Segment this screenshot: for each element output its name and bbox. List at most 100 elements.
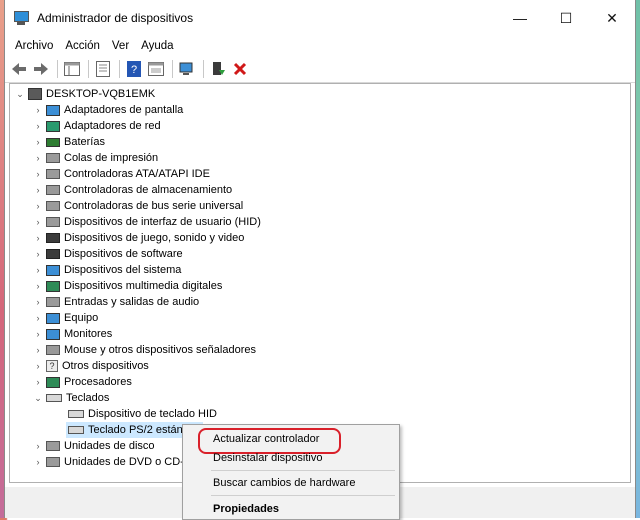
properties-menu-item[interactable]: Propiedades [213, 503, 279, 515]
tree-item[interactable]: › Entradas y salidas de audio [32, 294, 200, 310]
chevron-right-icon[interactable]: › [32, 134, 44, 150]
chevron-right-icon[interactable]: › [32, 150, 44, 166]
tree-root-label: DESKTOP-VQB1EMK [46, 88, 156, 100]
view-icon[interactable] [146, 59, 166, 79]
tree-item-label: Adaptadores de red [64, 120, 161, 132]
chevron-right-icon[interactable]: › [32, 438, 44, 454]
chevron-right-icon[interactable]: › [32, 294, 44, 310]
maximize-button[interactable]: ☐ [543, 0, 589, 36]
scan-hardware-icon[interactable] [177, 59, 197, 79]
tree-item[interactable]: › Dispositivos del sistema [32, 262, 182, 278]
tree-item[interactable]: › Equipo [32, 310, 99, 326]
tree-item[interactable]: › Procesadores [32, 374, 132, 390]
multimedia-icon [46, 280, 60, 292]
tree-item[interactable]: › Dispositivos de juego, sonido y video [32, 230, 245, 246]
chevron-down-icon[interactable]: ⌄ [32, 390, 44, 406]
chevron-right-icon[interactable]: › [32, 246, 44, 262]
chevron-right-icon[interactable]: › [32, 278, 44, 294]
add-driver-icon[interactable] [208, 59, 228, 79]
tree-item[interactable]: › Mouse y otros dispositivos señaladores [32, 342, 256, 358]
menu-ver[interactable]: Ver [106, 40, 135, 52]
tree-item[interactable]: › Dispositivos de software [32, 246, 183, 262]
chevron-right-icon[interactable]: › [32, 166, 44, 182]
tree-item-label: Dispositivos multimedia digitales [64, 280, 223, 292]
chevron-right-icon[interactable]: › [32, 358, 44, 374]
menu-separator [211, 495, 395, 496]
network-adapter-icon [46, 120, 60, 132]
forward-icon[interactable] [31, 59, 51, 79]
hid-icon [46, 217, 60, 227]
chevron-right-icon[interactable]: › [32, 182, 44, 198]
chevron-right-icon[interactable]: › [32, 214, 44, 230]
tree-root[interactable]: ⌄ DESKTOP-VQB1EMK [14, 86, 155, 102]
chevron-right-icon[interactable]: › [32, 374, 44, 390]
tree-item-label: Unidades de DVD o CD-R [64, 456, 192, 468]
show-hide-console-tree-icon[interactable] [62, 59, 82, 79]
back-icon[interactable] [9, 59, 29, 79]
menu-bar: Archivo Acción Ver Ayuda [5, 36, 635, 56]
chevron-right-icon[interactable]: › [32, 326, 44, 342]
tree-item-label: Mouse y otros dispositivos señaladores [64, 344, 256, 356]
keyboard-icon [46, 394, 62, 402]
chevron-down-icon[interactable]: ⌄ [14, 86, 26, 102]
tree-item-label: Baterías [64, 136, 105, 148]
minimize-button[interactable]: — [497, 0, 543, 36]
close-button[interactable]: ✕ [589, 0, 635, 36]
menu-ayuda[interactable]: Ayuda [135, 40, 179, 52]
tree-item-label: Controladoras de bus serie universal [64, 200, 244, 212]
title-bar[interactable]: Administrador de dispositivos — ☐ ✕ [5, 0, 635, 36]
tree-item-label: Controladoras ATA/ATAPI IDE [64, 168, 210, 180]
keyboard-icon [68, 410, 84, 418]
uninstall-device-menu-item[interactable]: Desinstalar dispositivo [213, 452, 322, 464]
menu-accion[interactable]: Acción [59, 40, 106, 52]
processor-icon [46, 376, 60, 388]
chevron-right-icon[interactable]: › [32, 310, 44, 326]
tree-item[interactable]: ›? Otros dispositivos [32, 358, 149, 374]
chevron-right-icon[interactable]: › [32, 118, 44, 134]
chevron-right-icon[interactable]: › [32, 230, 44, 246]
tree-item-label: Equipo [64, 312, 99, 324]
update-driver-menu-item[interactable]: Actualizar controlador [213, 433, 319, 445]
chevron-right-icon[interactable]: › [32, 342, 44, 358]
window-title: Administrador de dispositivos [37, 11, 194, 25]
tree-item[interactable]: › Adaptadores de pantalla [32, 102, 184, 118]
tree-subitem[interactable]: Dispositivo de teclado HID [66, 406, 217, 422]
tree-item-label: Dispositivo de teclado HID [88, 408, 218, 420]
tree-item-label: Controladoras de almacenamiento [64, 184, 233, 196]
tree-item-teclados[interactable]: ⌄ Teclados [32, 390, 109, 406]
chevron-right-icon[interactable]: › [32, 198, 44, 214]
system-device-icon [46, 264, 60, 276]
tree-item[interactable]: › Adaptadores de red [32, 118, 161, 134]
tree-item-label: Dispositivos de juego, sonido y video [64, 232, 245, 244]
sound-icon [46, 233, 60, 243]
tree-item[interactable]: › Baterías [32, 134, 105, 150]
tree-item[interactable]: › Unidades de disco [32, 438, 155, 454]
audio-io-icon [46, 297, 60, 307]
tree-item-label: Dispositivos de software [64, 248, 183, 260]
tree-item[interactable]: › Controladoras ATA/ATAPI IDE [32, 166, 210, 182]
help-icon[interactable]: ? [124, 59, 144, 79]
menu-archivo[interactable]: Archivo [9, 40, 59, 52]
software-device-icon [46, 249, 60, 259]
chevron-right-icon[interactable]: › [32, 262, 44, 278]
tree-item[interactable]: › Controladoras de almacenamiento [32, 182, 233, 198]
uninstall-device-icon[interactable] [230, 59, 250, 79]
display-adapter-icon [46, 104, 60, 116]
computer-icon [46, 312, 60, 324]
tree-item[interactable]: › Dispositivos multimedia digitales [32, 278, 223, 294]
device-tree[interactable]: ⌄ DESKTOP-VQB1EMK › Adaptadores de pantal… [9, 83, 631, 483]
dvd-drive-icon [46, 457, 60, 467]
tree-item[interactable]: › Unidades de DVD o CD-R [32, 454, 192, 470]
chevron-right-icon[interactable]: › [32, 102, 44, 118]
tree-item[interactable]: › Dispositivos de interfaz de usuario (HI… [32, 214, 261, 230]
tree-item[interactable]: › Colas de impresión [32, 150, 159, 166]
mouse-icon [46, 345, 60, 355]
menu-separator [211, 470, 395, 471]
chevron-right-icon[interactable]: › [32, 454, 44, 470]
tree-item[interactable]: › Controladoras de bus serie universal [32, 198, 244, 214]
print-queue-icon [46, 153, 60, 163]
tree-item[interactable]: › Monitores [32, 326, 113, 342]
scan-hardware-menu-item[interactable]: Buscar cambios de hardware [213, 477, 355, 489]
storage-controller-icon [46, 185, 60, 195]
properties-icon[interactable] [93, 59, 113, 79]
